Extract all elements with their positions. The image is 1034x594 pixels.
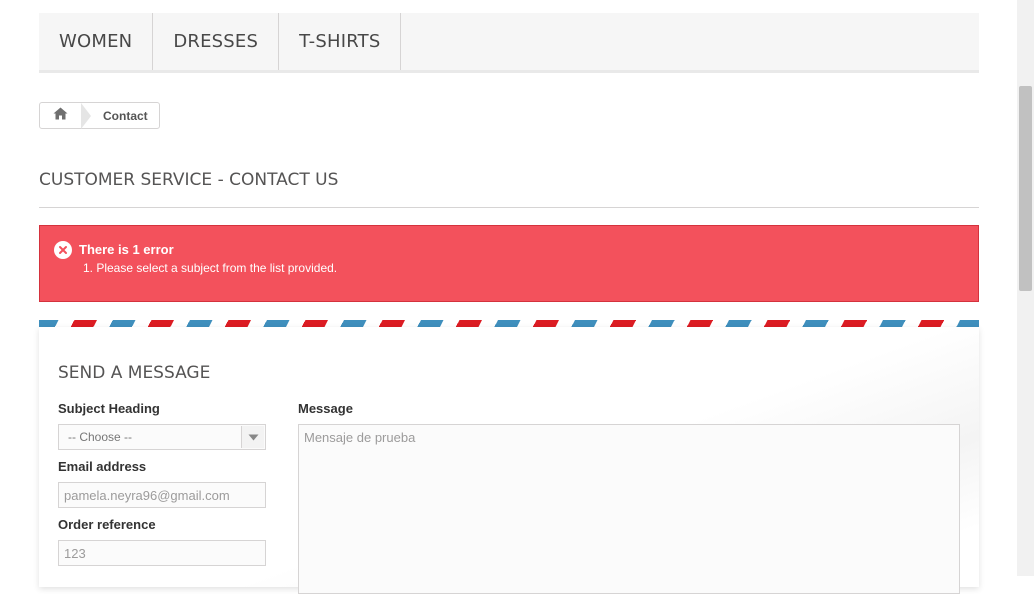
error-item: 1. Please select a subject from the list… [83,261,338,275]
form-title: SEND A MESSAGE [58,363,211,383]
page-scrollbar-thumb[interactable] [1019,86,1032,291]
page-title: CUSTOMER SERVICE - CONTACT US [39,170,979,208]
message-textarea[interactable]: Mensaje de prueba [298,424,960,594]
error-title: There is 1 error [79,242,174,257]
close-circle-icon [54,241,72,259]
menu-item-dresses[interactable]: DRESSES [153,13,280,70]
email-field[interactable] [58,482,266,508]
message-label: Message [298,401,353,416]
error-alert: There is 1 error 1. Please select a subj… [39,225,979,302]
subject-label: Subject Heading [58,401,160,416]
email-label: Email address [58,459,147,474]
menu-item-tshirts[interactable]: T-SHIRTS [279,13,402,70]
top-menu: WOMEN DRESSES T-SHIRTS [39,13,979,73]
menu-item-label: WOMEN [59,31,133,52]
order-reference-label: Order reference [58,517,156,532]
airmail-stripe [39,320,979,327]
breadcrumb-separator [81,102,91,129]
breadcrumb-home-link[interactable] [40,103,81,128]
menu-item-label: DRESSES [173,31,259,52]
order-reference-field[interactable] [58,540,266,566]
menu-item-women[interactable]: WOMEN [39,13,154,70]
subject-select[interactable]: -- Choose -- [58,424,266,450]
chevron-down-icon [241,426,264,448]
contact-form: SEND A MESSAGE Subject Heading -- Choose… [39,327,979,594]
breadcrumb-current: Contact [103,108,148,123]
menu-item-label: T-SHIRTS [299,31,381,52]
breadcrumb: Contact [39,102,160,129]
home-icon [53,107,68,125]
subject-select-value: -- Choose -- [68,430,133,444]
